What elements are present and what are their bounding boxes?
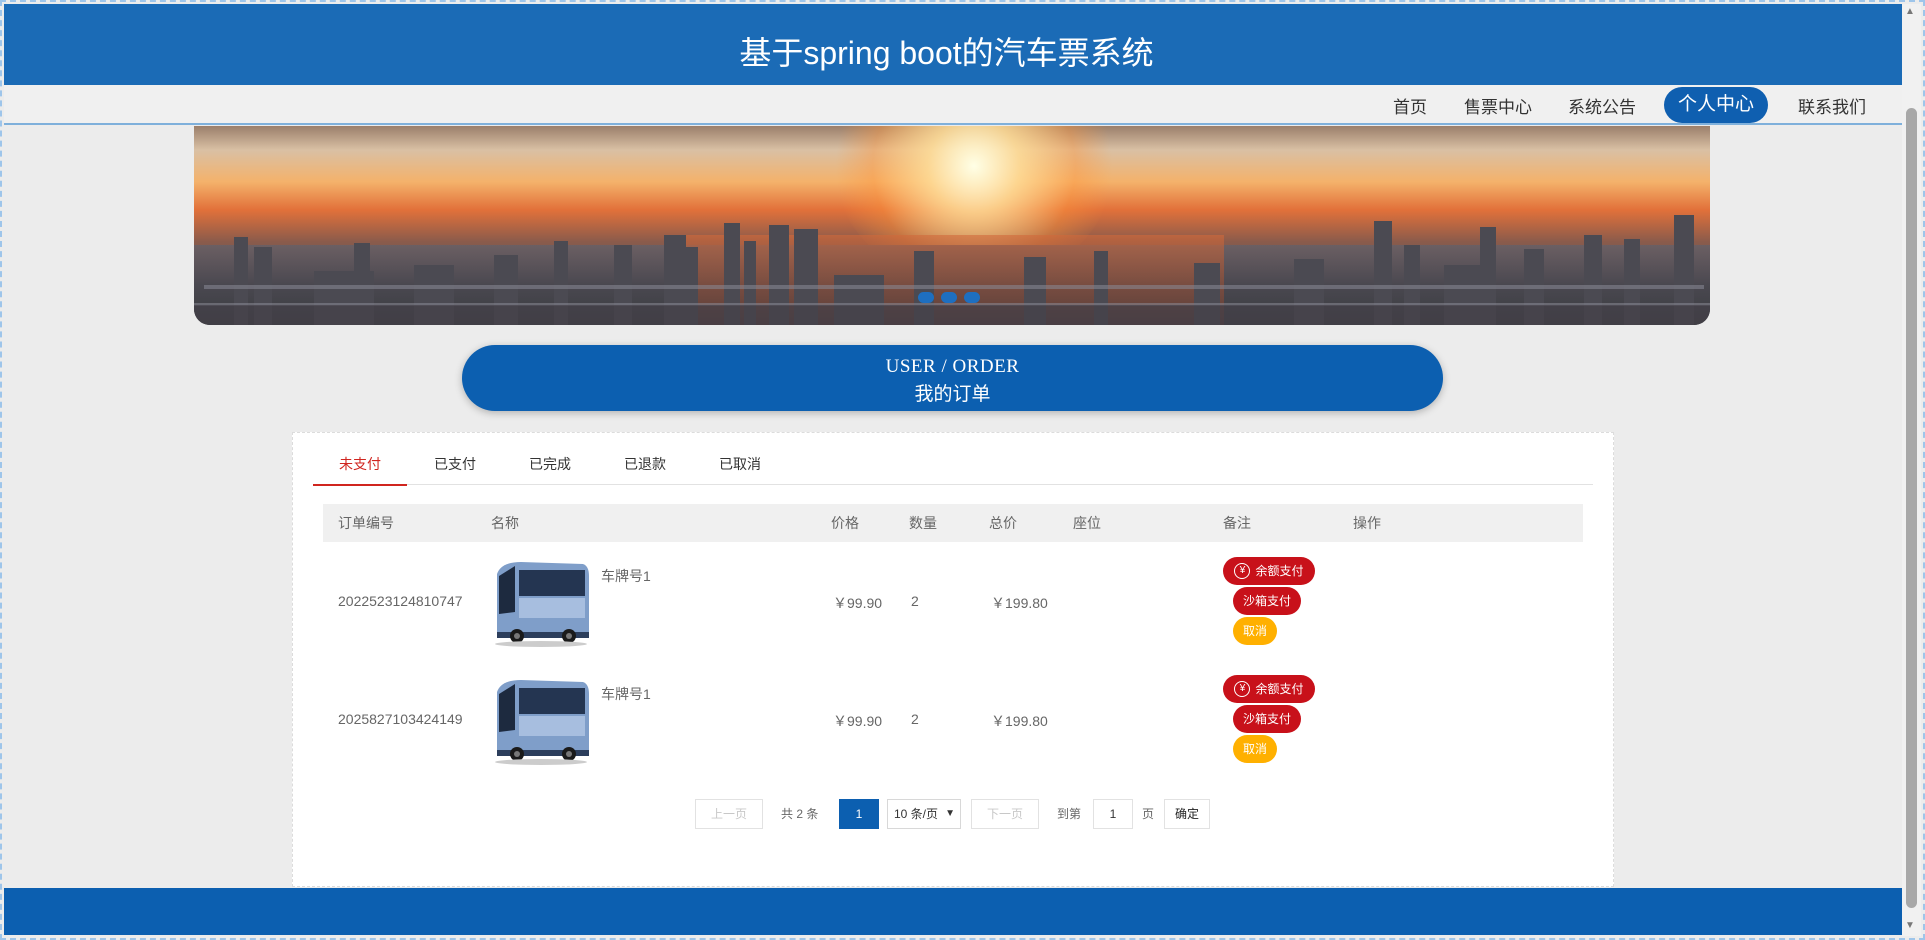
pagination: 上一页 共 2 条 1 10 条/页 ▼ 下一页 到第 1 页 确定 <box>293 799 1613 829</box>
balance-pay-button[interactable]: ¥ 余额支付 <box>1223 675 1315 703</box>
th-order-no: 订单编号 <box>338 515 394 531</box>
page-size-select[interactable]: 10 条/页 ▼ <box>887 799 961 829</box>
goto-page-input[interactable]: 1 <box>1093 799 1133 829</box>
th-actions: 操作 <box>1353 515 1381 531</box>
tab-unpaid[interactable]: 未支付 <box>313 453 407 486</box>
cancel-order-button[interactable]: 取消 <box>1233 617 1277 645</box>
next-page-button[interactable]: 下一页 <box>971 799 1039 829</box>
scroll-up-arrow-icon[interactable]: ▲ <box>1905 6 1915 17</box>
tab-cancelled[interactable]: 已取消 <box>693 453 787 485</box>
total-price: ￥199.80 <box>991 595 1048 611</box>
order-status-tabs: 未支付 已支付 已完成 已退款 已取消 <box>313 453 1593 486</box>
yen-icon: ¥ <box>1234 562 1251 579</box>
quantity: 2 <box>911 593 919 609</box>
ticket-name: 车牌号1 <box>601 568 651 584</box>
total-price: ￥199.80 <box>991 713 1048 729</box>
site-header: 基于spring boot的汽车票系统 <box>4 4 1902 85</box>
price: ￥99.90 <box>833 595 883 611</box>
bus-image[interactable] <box>491 554 591 648</box>
carousel-dot-2[interactable] <box>941 292 957 303</box>
total-count: 共 2 条 <box>781 807 819 821</box>
page-1-button[interactable]: 1 <box>839 799 879 829</box>
table-header: 订单编号 名称 价格 数量 总价 座位 备注 操作 <box>323 504 1583 542</box>
carousel-indicators <box>918 292 980 303</box>
th-name: 名称 <box>491 515 519 531</box>
table-row: 2022523124810747 车牌号1 ￥99.90 2 ￥199.80 ¥… <box>323 542 1583 660</box>
tab-refunded[interactable]: 已退款 <box>598 453 692 485</box>
page-size-value: 10 条/页 <box>894 807 939 821</box>
sandbox-pay-button[interactable]: 沙箱支付 <box>1233 705 1301 733</box>
prev-page-button[interactable]: 上一页 <box>695 799 763 829</box>
tab-paid[interactable]: 已支付 <box>408 453 502 485</box>
nav-announcements[interactable]: 系统公告 <box>1562 93 1642 123</box>
nav-personal-center[interactable]: 个人中心 <box>1664 87 1768 123</box>
section-title-cn: 我的订单 <box>914 384 991 405</box>
cancel-order-button[interactable]: 取消 <box>1233 735 1277 763</box>
scrollbar-thumb[interactable] <box>1906 108 1917 908</box>
section-title: USER / ORDER 我的订单 <box>462 345 1443 411</box>
ticket-name: 车牌号1 <box>601 686 651 702</box>
table-row: 2025827103424149 车牌号1 ￥99.90 2 ￥199.80 ¥… <box>323 660 1583 778</box>
scroll-down-arrow-icon[interactable]: ▼ <box>1905 920 1915 931</box>
tab-completed[interactable]: 已完成 <box>503 453 597 485</box>
balance-pay-button[interactable]: ¥ 余额支付 <box>1223 557 1315 585</box>
orders-panel: 未支付 已支付 已完成 已退款 已取消 订单编号 名称 价格 数量 总价 座位 … <box>292 432 1614 887</box>
section-title-en: USER / ORDER <box>885 356 1020 377</box>
sandbox-pay-button[interactable]: 沙箱支付 <box>1233 587 1301 615</box>
nav-ticket-center[interactable]: 售票中心 <box>1458 93 1538 123</box>
goto-label: 到第 <box>1057 807 1082 821</box>
th-total: 总价 <box>989 515 1017 531</box>
th-qty: 数量 <box>909 515 937 531</box>
banner-carousel <box>194 126 1710 325</box>
goto-confirm-button[interactable]: 确定 <box>1164 799 1210 829</box>
carousel-dot-1[interactable] <box>918 292 934 303</box>
chevron-down-icon: ▼ <box>945 808 955 819</box>
site-footer <box>4 888 1902 935</box>
nav-contact-us[interactable]: 联系我们 <box>1792 93 1872 123</box>
balance-pay-label: 余额支付 <box>1255 564 1304 578</box>
order-number: 2022523124810747 <box>338 593 463 609</box>
site-title: 基于spring boot的汽车票系统 <box>739 35 1154 71</box>
carousel-dot-3[interactable] <box>964 292 980 303</box>
balance-pay-label: 余额支付 <box>1255 682 1304 696</box>
order-number: 2025827103424149 <box>338 711 463 727</box>
page-unit-label: 页 <box>1142 807 1155 821</box>
nav-home[interactable]: 首页 <box>1384 93 1436 123</box>
bus-image[interactable] <box>491 672 591 766</box>
th-seat: 座位 <box>1073 515 1101 531</box>
main-nav: 首页 售票中心 系统公告 个人中心 联系我们 <box>4 85 1902 125</box>
price: ￥99.90 <box>833 713 883 729</box>
yen-icon: ¥ <box>1234 680 1251 697</box>
th-remark: 备注 <box>1223 515 1251 531</box>
quantity: 2 <box>911 711 919 727</box>
th-price: 价格 <box>831 515 859 531</box>
